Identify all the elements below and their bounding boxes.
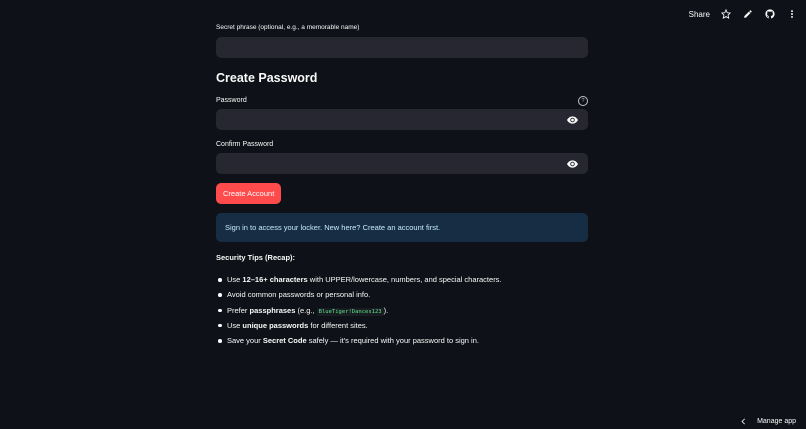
list-item: Avoid common passwords or personal info. — [218, 287, 502, 302]
manage-app-button[interactable]: Manage app — [740, 418, 796, 425]
security-tips-list: Use 12–16+ characters with UPPER/lowerca… — [216, 272, 502, 348]
share-button[interactable]: Share — [689, 10, 710, 19]
list-item: Save your Secret Code safely — it's requ… — [218, 333, 502, 348]
more-vertical-icon[interactable] — [786, 8, 798, 20]
help-icon[interactable]: ? — [578, 96, 588, 106]
pencil-icon[interactable] — [742, 8, 754, 20]
list-item: Use 12–16+ characters with UPPER/lowerca… — [218, 272, 502, 287]
info-alert: Sign in to access your locker. New here?… — [216, 213, 588, 242]
top-toolbar: Share — [689, 6, 798, 22]
list-item: Prefer passphrases (e.g., BlueTiger!Danc… — [218, 303, 502, 318]
create-account-button[interactable]: Create Account — [216, 183, 282, 204]
password-input[interactable] — [216, 109, 588, 130]
star-icon[interactable] — [720, 8, 732, 20]
example-passphrase-code: BlueTiger!Dances123 — [316, 307, 384, 316]
secret-phrase-label: Secret phrase (optional, e.g., a memorab… — [216, 24, 360, 31]
github-icon[interactable] — [764, 8, 776, 20]
show-confirm-password-eye-icon[interactable] — [566, 158, 578, 169]
confirm-password-label: Confirm Password — [216, 141, 274, 148]
list-item: Use unique passwords for different sites… — [218, 318, 502, 333]
secret-phrase-input[interactable] — [216, 37, 588, 58]
confirm-password-input[interactable] — [216, 153, 588, 174]
chevron-left-icon — [741, 418, 746, 425]
page-title: Create Password — [216, 71, 318, 85]
security-tips-title: Security Tips (Recap): — [216, 253, 296, 262]
manage-app-label: Manage app — [757, 418, 796, 425]
show-password-eye-icon[interactable] — [566, 114, 578, 125]
password-label: Password — [216, 97, 247, 104]
